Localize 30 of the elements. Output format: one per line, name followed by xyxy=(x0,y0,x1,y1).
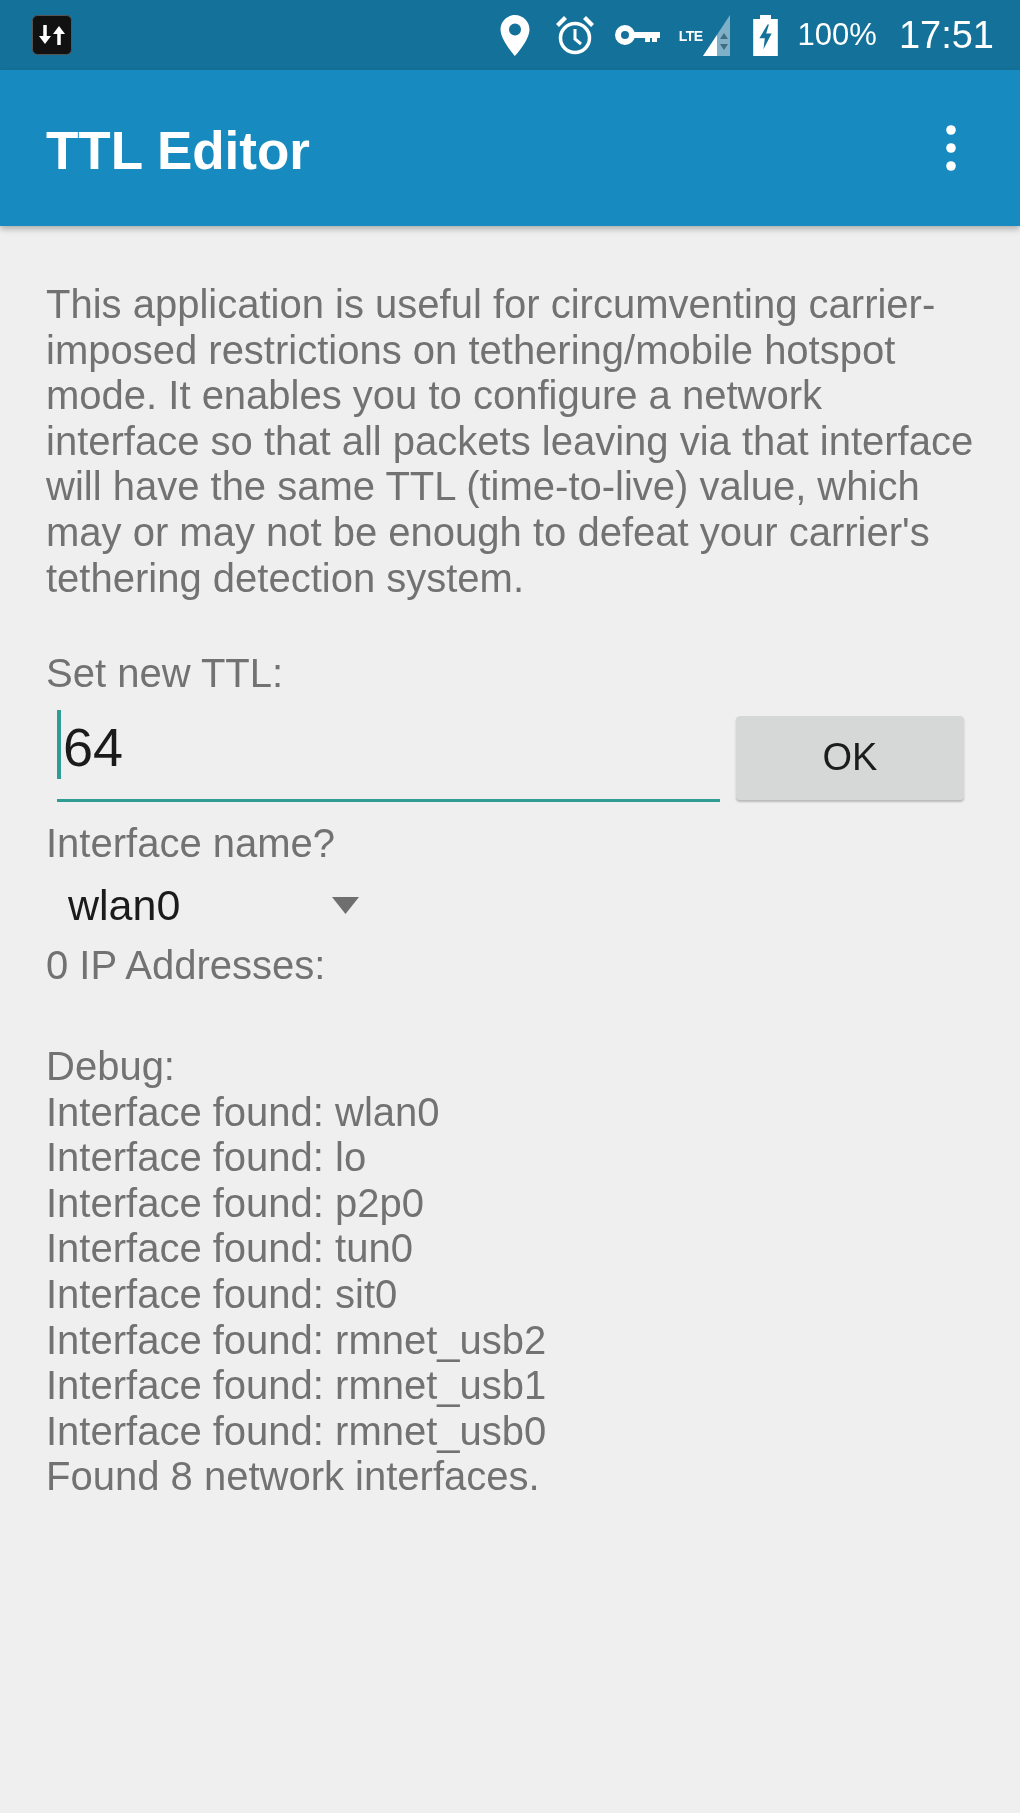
clock-time: 17:51 xyxy=(898,13,994,57)
key-icon xyxy=(614,23,660,47)
battery-charging-icon xyxy=(752,14,778,56)
location-pin-icon xyxy=(499,14,530,56)
debug-line: Interface found: rmnet_usb1 xyxy=(46,1363,548,1409)
alarm-clock-icon xyxy=(554,14,595,56)
battery-percentage: 100% xyxy=(797,16,877,54)
debug-line: Interface found: wlan0 xyxy=(46,1089,441,1136)
debug-line: Interface found: lo xyxy=(46,1135,368,1181)
description-text: This application is useful for circumventing carrier-imposed restrictions on tethering/mobile hotspot mode. It enables you to configure a network interface so that all packets leaving via that interface will have the same TTL (time-to-live) value, which may or may not be enough to defeat your carrier's tethering detection system. xyxy=(46,282,975,602)
debug-line: Found 8 network interfaces. xyxy=(46,1454,541,1500)
caret-icon xyxy=(332,896,359,914)
transfer-arrows-icon xyxy=(32,15,72,55)
signal-icon xyxy=(702,14,730,56)
ttl-input[interactable]: 64 xyxy=(57,709,720,802)
ok-button[interactable]: OK xyxy=(736,715,964,800)
more-options-icon[interactable] xyxy=(944,125,958,171)
debug-line: Interface found: rmnet_usb2 xyxy=(46,1317,548,1364)
ip-addresses-text: 0 IP Addresses: xyxy=(46,943,327,989)
interface-dropdown[interactable]: wlan0 xyxy=(46,875,379,936)
debug-line: Debug: xyxy=(46,1043,176,1090)
app-title: TTL Editor xyxy=(46,120,310,182)
debug-line: Interface found: tun0 xyxy=(46,1226,414,1272)
debug-line: Interface found: sit0 xyxy=(46,1271,399,1318)
debug-line: Interface found: rmnet_usb0 xyxy=(46,1408,548,1455)
interface-label: Interface name? xyxy=(46,820,337,867)
text-cursor-icon xyxy=(57,709,61,779)
network-type-label: LTE xyxy=(678,28,703,44)
debug-line: Interface found: p2p0 xyxy=(46,1180,426,1227)
ttl-label: Set new TTL: xyxy=(46,651,285,697)
